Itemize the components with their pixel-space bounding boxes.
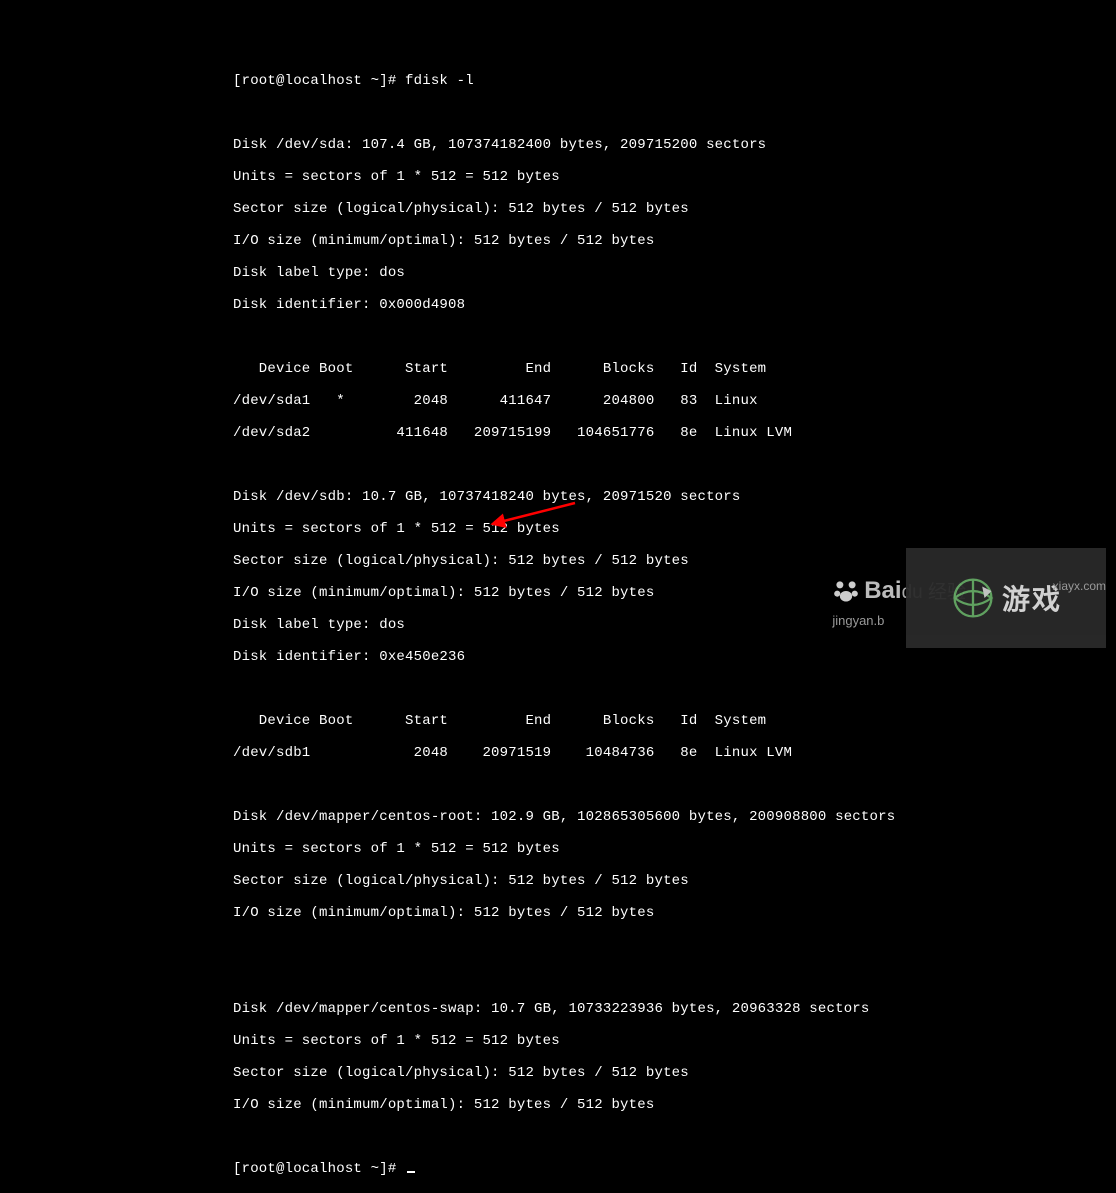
prompt-line: [root@localhost ~]# — [233, 1161, 895, 1177]
disk-swap-units: Units = sectors of 1 * 512 = 512 bytes — [233, 1033, 895, 1049]
disk-sda-sector: Sector size (logical/physical): 512 byte… — [233, 201, 895, 217]
watermark-baidu-text: Bai — [864, 577, 901, 604]
partition-row-sda2: /dev/sda2 411648 209715199 104651776 8e … — [233, 425, 895, 441]
disk-sda-header: Disk /dev/sda: 107.4 GB, 107374182400 by… — [233, 137, 895, 153]
disk-root-sector: Sector size (logical/physical): 512 byte… — [233, 873, 895, 889]
disk-root-io: I/O size (minimum/optimal): 512 bytes / … — [233, 905, 895, 921]
watermark-xiayx: xiayx.com — [1053, 579, 1106, 593]
disk-sda-ident: Disk identifier: 0x000d4908 — [233, 297, 895, 313]
disk-root-header: Disk /dev/mapper/centos-root: 102.9 GB, … — [233, 809, 895, 825]
disk-swap-header: Disk /dev/mapper/centos-swap: 10.7 GB, 1… — [233, 1001, 895, 1017]
blank-line — [233, 329, 895, 345]
disk-sda-units: Units = sectors of 1 * 512 = 512 bytes — [233, 169, 895, 185]
disk-sdb-sector: Sector size (logical/physical): 512 byte… — [233, 553, 895, 569]
blank-line — [233, 681, 895, 697]
blank-line — [233, 969, 895, 985]
disk-sdb-io: I/O size (minimum/optimal): 512 bytes / … — [233, 585, 895, 601]
disk-sda-label: Disk label type: dos — [233, 265, 895, 281]
disk-swap-io: I/O size (minimum/optimal): 512 bytes / … — [233, 1097, 895, 1113]
blank-line — [233, 777, 895, 793]
disk-sdb-ident: Disk identifier: 0xe450e236 — [233, 649, 895, 665]
blank-line — [233, 1129, 895, 1145]
partition-row-sdb1: /dev/sdb1 2048 20971519 10484736 8e Linu… — [233, 745, 895, 761]
watermark-game: 游戏 — [906, 548, 1106, 648]
blank-line — [233, 105, 895, 121]
watermark-baidu-sub: jingyan.b — [832, 613, 884, 628]
disk-sda-io: I/O size (minimum/optimal): 512 bytes / … — [233, 233, 895, 249]
prompt-line: [root@localhost ~]# fdisk -l — [233, 73, 895, 89]
globe-icon — [950, 575, 996, 621]
terminal-output[interactable]: [root@localhost ~]# fdisk -l Disk /dev/s… — [233, 57, 895, 1193]
partition-table-header: Device Boot Start End Blocks Id System — [233, 713, 895, 729]
disk-sdb-units: Units = sectors of 1 * 512 = 512 bytes — [233, 521, 895, 537]
disk-swap-sector: Sector size (logical/physical): 512 byte… — [233, 1065, 895, 1081]
blank-line — [233, 457, 895, 473]
paw-icon — [832, 577, 860, 612]
partition-table-header: Device Boot Start End Blocks Id System — [233, 361, 895, 377]
partition-row-sda1: /dev/sda1 * 2048 411647 204800 83 Linux — [233, 393, 895, 409]
blank-line — [233, 937, 895, 953]
cursor-icon — [407, 1171, 415, 1173]
disk-sdb-label: Disk label type: dos — [233, 617, 895, 633]
disk-root-units: Units = sectors of 1 * 512 = 512 bytes — [233, 841, 895, 857]
disk-sdb-header: Disk /dev/sdb: 10.7 GB, 10737418240 byte… — [233, 489, 895, 505]
